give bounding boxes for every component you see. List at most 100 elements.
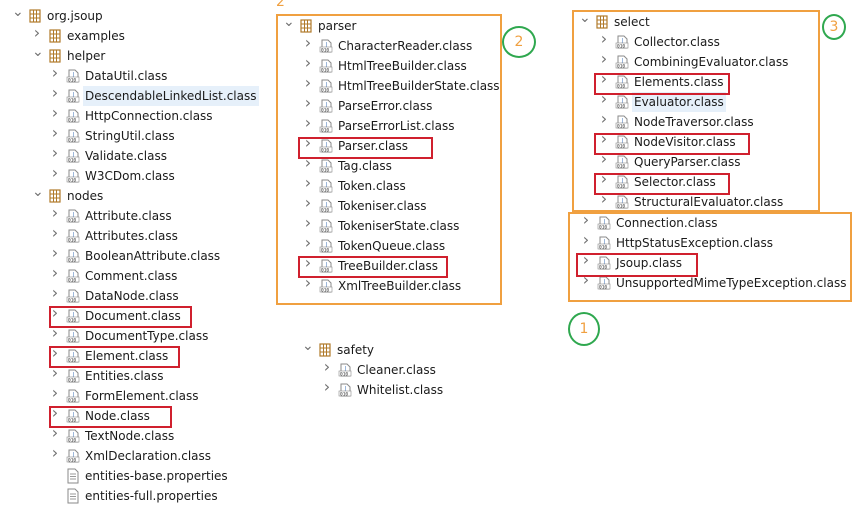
chevron-right-icon[interactable]: ›	[599, 31, 609, 47]
chevron-right-icon[interactable]: ›	[599, 131, 609, 147]
chevron-right-icon[interactable]: ›	[303, 35, 313, 51]
svg-text:010: 010	[321, 107, 329, 113]
class-file-icon: J 010	[614, 174, 630, 190]
chevron-right-icon[interactable]: ›	[50, 225, 60, 241]
svg-text:010: 010	[68, 337, 76, 343]
tree-item-label: parser	[318, 19, 357, 33]
chevron-right-icon[interactable]: ›	[599, 51, 609, 67]
svg-text:010: 010	[321, 267, 329, 273]
class-file-icon: J 010	[65, 348, 81, 364]
chevron-down-icon[interactable]: ⌄	[32, 45, 44, 59]
svg-text:010: 010	[68, 217, 76, 223]
tree-item-label: FormElement.class	[85, 389, 199, 403]
chevron-down-icon[interactable]: ⌄	[12, 5, 24, 19]
select-circle-label: 3	[829, 19, 839, 35]
chevron-right-icon[interactable]: ›	[50, 245, 60, 261]
chevron-right-icon[interactable]: ›	[50, 105, 60, 121]
chevron-right-icon[interactable]: ›	[303, 195, 313, 211]
svg-text:010: 010	[68, 457, 76, 463]
chevron-right-icon[interactable]: ›	[599, 151, 609, 167]
tree-item-label: examples	[67, 29, 125, 43]
chevron-right-icon[interactable]: ›	[50, 445, 60, 461]
chevron-right-icon[interactable]: ›	[303, 95, 313, 111]
tree-item-label: Tokeniser.class	[338, 199, 427, 213]
chevron-right-icon[interactable]: ›	[50, 345, 60, 361]
chevron-right-icon[interactable]: ›	[50, 65, 60, 81]
chevron-right-icon[interactable]: ›	[50, 205, 60, 221]
chevron-right-icon[interactable]: ›	[50, 165, 60, 181]
chevron-right-icon[interactable]: ›	[303, 115, 313, 131]
chevron-right-icon[interactable]: ›	[50, 285, 60, 301]
tree-item-label: HtmlTreeBuilderState.class	[338, 79, 500, 93]
chevron-right-icon[interactable]: ›	[303, 135, 313, 151]
chevron-right-icon[interactable]: ›	[50, 365, 60, 381]
class-file-icon: J 010	[318, 218, 334, 234]
chevron-right-icon[interactable]: ›	[303, 55, 313, 71]
svg-text:010: 010	[321, 287, 329, 293]
tree-item-label: Attribute.class	[85, 209, 172, 223]
chevron-right-icon[interactable]: ›	[50, 405, 60, 421]
class-file-icon: J 010	[596, 215, 612, 231]
chevron-right-icon[interactable]: ›	[581, 232, 591, 248]
class-file-icon: J 010	[65, 408, 81, 424]
chevron-right-icon[interactable]: ›	[322, 379, 332, 395]
svg-text:010: 010	[68, 397, 76, 403]
tree-item-label: org.jsoup	[47, 9, 103, 23]
tree-item-label: XmlDeclaration.class	[85, 449, 212, 463]
tree-item-label: Element.class	[85, 349, 169, 363]
chevron-right-icon[interactable]: ›	[50, 265, 60, 281]
chevron-right-icon[interactable]: ›	[599, 91, 609, 107]
package-icon	[298, 18, 314, 34]
chevron-right-icon[interactable]: ›	[581, 252, 591, 268]
tree-item-label: Whitelist.class	[357, 383, 444, 397]
chevron-right-icon[interactable]: ›	[50, 125, 60, 141]
chevron-right-icon[interactable]: ›	[32, 25, 42, 41]
chevron-right-icon[interactable]: ›	[599, 71, 609, 87]
chevron-right-icon[interactable]: ›	[303, 255, 313, 271]
chevron-right-icon[interactable]: ›	[50, 425, 60, 441]
class-file-icon: J 010	[65, 208, 81, 224]
chevron-right-icon[interactable]: ›	[50, 145, 60, 161]
svg-text:010: 010	[599, 224, 607, 230]
class-file-icon: J 010	[614, 134, 630, 150]
tree-item-label: QueryParser.class	[634, 155, 741, 169]
tree-item-label: entities-base.properties	[85, 469, 228, 483]
class-file-icon: J 010	[318, 198, 334, 214]
chevron-right-icon[interactable]: ›	[303, 75, 313, 91]
chevron-down-icon[interactable]: ⌄	[32, 185, 44, 199]
chevron-right-icon[interactable]: ›	[303, 275, 313, 291]
parser-badge-number: 2	[276, 0, 285, 10]
tree-item-label: DocumentType.class	[85, 329, 209, 343]
chevron-right-icon[interactable]: ›	[303, 215, 313, 231]
root-circle-number: 1	[568, 312, 600, 346]
chevron-right-icon[interactable]: ›	[303, 175, 313, 191]
svg-text:010: 010	[68, 97, 76, 103]
chevron-right-icon[interactable]: ›	[303, 235, 313, 251]
class-file-icon: J 010	[596, 235, 612, 251]
tree-item-label: ParseErrorList.class	[338, 119, 455, 133]
chevron-right-icon[interactable]: ›	[50, 305, 60, 321]
svg-text:010: 010	[617, 63, 625, 69]
class-file-icon: J 010	[318, 138, 334, 154]
chevron-right-icon[interactable]: ›	[599, 191, 609, 207]
chevron-right-icon[interactable]: ›	[599, 171, 609, 187]
chevron-right-icon[interactable]: ›	[581, 212, 591, 228]
svg-text:010: 010	[617, 123, 625, 129]
chevron-right-icon[interactable]: ›	[50, 85, 60, 101]
chevron-right-icon[interactable]: ›	[322, 359, 332, 375]
class-file-icon: J 010	[596, 275, 612, 291]
chevron-right-icon[interactable]: ›	[303, 155, 313, 171]
chevron-right-icon[interactable]: ›	[581, 272, 591, 288]
chevron-down-icon[interactable]: ⌄	[302, 339, 314, 353]
class-file-icon: J 010	[337, 362, 353, 378]
chevron-right-icon[interactable]: ›	[50, 325, 60, 341]
class-file-icon: J 010	[614, 54, 630, 70]
chevron-right-icon[interactable]: ›	[599, 111, 609, 127]
tree-item-label: Tag.class	[338, 159, 392, 173]
chevron-down-icon[interactable]: ⌄	[579, 11, 591, 25]
chevron-right-icon[interactable]: ›	[50, 385, 60, 401]
chevron-down-icon[interactable]: ⌄	[283, 15, 295, 29]
class-file-icon: J 010	[596, 255, 612, 271]
svg-text:010: 010	[68, 317, 76, 323]
tree-item-label: HtmlTreeBuilder.class	[338, 59, 467, 73]
